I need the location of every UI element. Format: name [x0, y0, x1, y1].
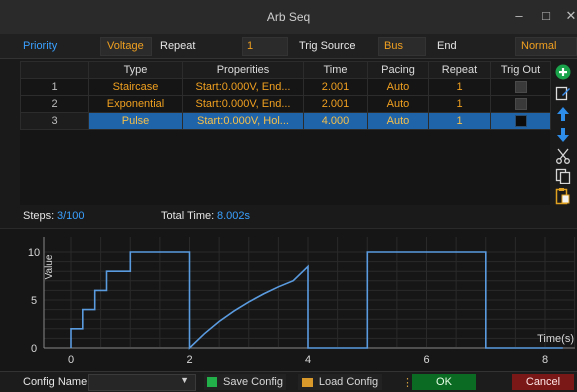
settings-bar: Priority Voltage Repeat 1 Trig Source Bu…	[0, 34, 577, 59]
edit-icon[interactable]	[553, 83, 573, 103]
row-trig-out[interactable]	[490, 112, 551, 130]
window-title: Arb Seq	[266, 10, 311, 24]
info-bar: Steps: 3/100 Total Time: 8.002s	[0, 207, 577, 225]
ok-button[interactable]: OK	[412, 374, 476, 390]
close-icon[interactable]: ✕	[562, 7, 577, 25]
save-config-button[interactable]: Save Config	[204, 374, 286, 390]
y-axis-label: Value	[44, 254, 55, 279]
row-time[interactable]: 2.001	[303, 78, 368, 96]
column-header-pacing[interactable]: Pacing	[367, 61, 429, 79]
row-index: 1	[20, 78, 89, 96]
row-pacing[interactable]: Auto	[367, 95, 429, 113]
trig-source-label: Trig Source	[299, 40, 356, 52]
load-config-button[interactable]: Load Config	[298, 374, 382, 390]
y-tick-label: 5	[31, 295, 37, 307]
add-icon[interactable]	[553, 62, 573, 82]
y-tick-label: 0	[31, 343, 37, 355]
move-up-icon[interactable]	[553, 104, 573, 124]
table-header: Type Properities Time Pacing Repeat Trig…	[20, 61, 551, 79]
config-name-label: Config Name	[23, 376, 88, 388]
row-repeat[interactable]: 1	[428, 95, 491, 113]
row-properties[interactable]: Start:0.000V, Hol...	[182, 112, 304, 130]
column-header-index	[20, 61, 89, 79]
x-tick-label: 4	[305, 354, 311, 366]
end-label: End	[437, 40, 457, 52]
waveform-chart: 0 5 10 0 2 4 6 8 Value Time(s)	[28, 237, 576, 366]
column-header-type[interactable]: Type	[88, 61, 183, 79]
row-index: 2	[20, 95, 89, 113]
end-select[interactable]: Normal	[515, 37, 577, 56]
table-row-selected[interactable]: 3 Pulse Start:0.000V, Hol... 4.000 Auto …	[20, 112, 551, 130]
row-type[interactable]: Pulse	[88, 112, 183, 130]
repeat-input[interactable]: 1	[242, 37, 288, 56]
row-pacing[interactable]: Auto	[367, 112, 429, 130]
load-config-label: Load Config	[318, 376, 379, 388]
title-bar: Arb Seq – □ ✕	[0, 0, 577, 34]
row-time[interactable]: 2.001	[303, 95, 368, 113]
end-value: Normal	[521, 40, 557, 52]
row-type[interactable]: Exponential	[88, 95, 183, 113]
table-row[interactable]: 2 Exponential Start:0.000V, End... 2.001…	[20, 95, 551, 113]
steps-value: 3/100	[57, 210, 85, 222]
x-tick-label: 8	[542, 354, 548, 366]
trig-source-select[interactable]: Bus	[378, 37, 426, 56]
paste-icon[interactable]	[553, 186, 573, 206]
row-time[interactable]: 4.000	[303, 112, 368, 130]
trig-source-value: Bus	[384, 40, 403, 52]
trig-out-checkbox[interactable]	[514, 81, 527, 94]
row-type[interactable]: Staircase	[88, 78, 183, 96]
row-repeat[interactable]: 1	[428, 78, 491, 96]
folder-icon	[301, 377, 313, 387]
x-tick-label: 2	[186, 354, 192, 366]
repeat-label: Repeat	[160, 40, 196, 52]
row-index: 3	[20, 112, 89, 130]
copy-icon[interactable]	[553, 166, 573, 186]
maximize-icon[interactable]: □	[537, 7, 555, 25]
column-header-trig-out[interactable]: Trig Out	[490, 61, 551, 79]
x-axis-label: Time(s)	[537, 333, 574, 345]
save-icon	[207, 377, 218, 387]
cancel-button[interactable]: Cancel	[512, 374, 574, 390]
trig-out-checkbox[interactable]	[514, 98, 527, 111]
x-tick-label: 6	[423, 354, 429, 366]
y-tick-label: 10	[28, 247, 40, 259]
steps-label: Steps:	[23, 210, 55, 222]
row-repeat[interactable]: 1	[428, 112, 491, 130]
priority-select[interactable]: Voltage	[100, 37, 152, 56]
config-name-select[interactable]: ▼	[88, 374, 196, 391]
row-properties[interactable]: Start:0.000V, End...	[182, 78, 304, 96]
save-config-label: Save Config	[223, 376, 283, 388]
total-time-value: 8.002s	[217, 210, 251, 222]
minimize-icon[interactable]: –	[510, 7, 528, 25]
cut-icon[interactable]	[553, 146, 573, 166]
row-pacing[interactable]: Auto	[367, 78, 429, 96]
move-down-icon[interactable]	[553, 125, 573, 145]
row-properties[interactable]: Start:0.000V, End...	[182, 95, 304, 113]
table-row[interactable]: 1 Staircase Start:0.000V, End... 2.001 A…	[20, 78, 551, 96]
trig-out-checkbox[interactable]	[514, 115, 527, 128]
priority-label: Priority	[23, 40, 58, 52]
x-tick-label: 0	[68, 354, 74, 366]
column-header-repeat[interactable]: Repeat	[428, 61, 491, 79]
row-trig-out[interactable]	[490, 95, 551, 113]
bottom-bar: Config Name ▼ Save Config Load Config ⋮ …	[0, 371, 577, 392]
row-trig-out[interactable]	[490, 78, 551, 96]
repeat-value: 1	[247, 40, 254, 52]
priority-value: Voltage	[107, 40, 144, 52]
chevron-down-icon: ▼	[180, 375, 189, 385]
waveform-plot: 0 5 10 0 2 4 6 8 Value Time(s)	[0, 228, 577, 372]
sequence-table: Type Properities Time Pacing Repeat Trig…	[20, 61, 551, 205]
column-header-time[interactable]: Time	[303, 61, 368, 79]
total-time-label: Total Time:	[161, 210, 215, 222]
column-header-properties[interactable]: Properities	[182, 61, 304, 79]
